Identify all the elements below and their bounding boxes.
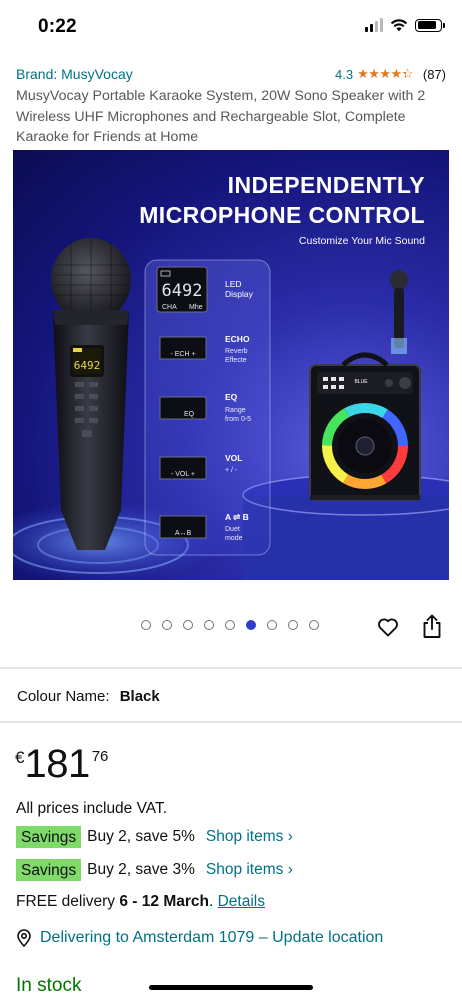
carousel-dot[interactable] [204,620,214,630]
hero-headline-line1: INDEPENDENTLY [227,172,425,198]
section-divider [0,667,462,669]
feature-vol-key: - VOL + [171,471,195,478]
feature-duet-title: A ⇌ B [225,512,249,522]
star-rating-icon: ★★★★☆★ [357,66,413,81]
home-indicator [149,985,313,990]
rating-summary[interactable]: 4.3 ★★★★☆★ (87) [335,66,446,82]
price-whole: 181 [24,742,90,786]
shop-items-link[interactable]: Shop items › [206,828,293,846]
savings-badge: Savings [16,859,82,881]
led-display-right: Mhe [189,304,203,311]
hero-headline: INDEPENDENTLY MICROPHONE CONTROL [139,170,425,230]
savings-offer: Savings Buy 2, save 5% Shop items › [16,826,293,848]
carousel-dot[interactable] [267,620,277,630]
savings-offer: Savings Buy 2, save 3% Shop items › [16,859,293,881]
delivery-prefix: FREE delivery [16,893,120,910]
product-title: MusyVocay Portable Karaoke System, 20W S… [16,88,426,145]
colour-label: Colour Name: [17,688,110,705]
share-icon[interactable] [421,613,443,639]
feature-vol-desc1: + / - [225,467,238,474]
feature-eq-desc1: Range [225,407,246,414]
heart-icon[interactable] [376,615,400,639]
mic-lcd-digits: 6492 [74,359,101,372]
carousel-dot[interactable] [288,620,298,630]
delivery-location[interactable]: Delivering to Amsterdam 1079 – Update lo… [16,929,383,947]
feature-duet-desc2: mode [225,535,243,542]
carousel-dot[interactable] [141,620,151,630]
status-time: 0:22 [38,16,77,37]
brand-link[interactable]: Brand: MusyVocay [16,66,133,82]
feature-duet-desc1: Duet [225,526,240,533]
colour-value: Black [119,688,160,705]
feature-duet-key: A↔B [175,530,192,537]
led-label-2: Display [225,289,254,299]
feature-vol-title: VOL [225,453,242,463]
feature-duet: A↔B A ⇌ B Duet mode [159,512,249,542]
carousel-dot[interactable] [225,620,235,630]
hero-subtitle: Customize Your Mic Sound [298,235,425,247]
carousel-dot[interactable] [162,620,172,630]
feature-echo: - ECH + ECHO Reverb Effecte [159,334,250,364]
feature-echo-key: - ECH + [170,351,195,358]
brand-rating-row: Brand: MusyVocay 4.3 ★★★★☆★ (87) [16,66,446,86]
shop-items-link[interactable]: Shop items › [206,861,293,879]
carousel-dot[interactable] [183,620,193,630]
wifi-icon [390,19,408,32]
product-image[interactable]: 6492 6492 CHA Mhe LED Display - ECH + EC… [13,150,449,580]
delivery-info: FREE delivery 6 - 12 March. Details [16,893,265,911]
section-divider [0,721,462,723]
feature-echo-desc2: Effecte [225,357,247,364]
feature-eq-title: EQ [225,392,238,402]
location-pin-icon [17,929,31,947]
hero-headline-line2: MICROPHONE CONTROL [139,202,425,228]
led-display-left: CHA [162,304,177,311]
feature-echo-desc1: Reverb [225,348,248,355]
savings-text: Buy 2, save 3% [87,861,195,878]
stock-status: In stock [16,975,82,996]
carousel-dot[interactable] [309,620,319,630]
location-text: Delivering to Amsterdam 1079 – Update lo… [40,929,384,946]
savings-badge: Savings [16,826,82,848]
feature-eq-key: EQ [184,411,195,418]
price-fraction: 76 [91,748,109,765]
vat-note: All prices include VAT. [16,800,168,817]
rating-value: 4.3 [335,66,354,82]
cellular-signal-icon [365,18,383,32]
price: € 181 76 [15,740,108,788]
carousel-dot[interactable] [246,620,256,630]
price-currency: € [15,748,25,767]
speaker-brand: BLUE [354,379,368,385]
battery-icon [415,18,445,32]
status-icons [365,18,445,32]
colour-selector[interactable]: Colour Name: Black [17,688,160,705]
feature-echo-title: ECHO [225,334,250,344]
savings-text: Buy 2, save 5% [87,828,195,845]
feature-eq-desc2: from 0-5 [225,416,251,423]
carousel-dots[interactable] [141,620,319,630]
led-display-digits: 6492 [162,281,203,301]
delivery-dates: 6 - 12 March [119,893,209,910]
delivery-suffix: . [208,893,218,910]
rating-count: (87) [422,66,446,82]
status-bar: 0:22 [0,0,462,56]
delivery-details-link[interactable]: Details [218,893,265,910]
led-label-1: LED [225,279,242,289]
